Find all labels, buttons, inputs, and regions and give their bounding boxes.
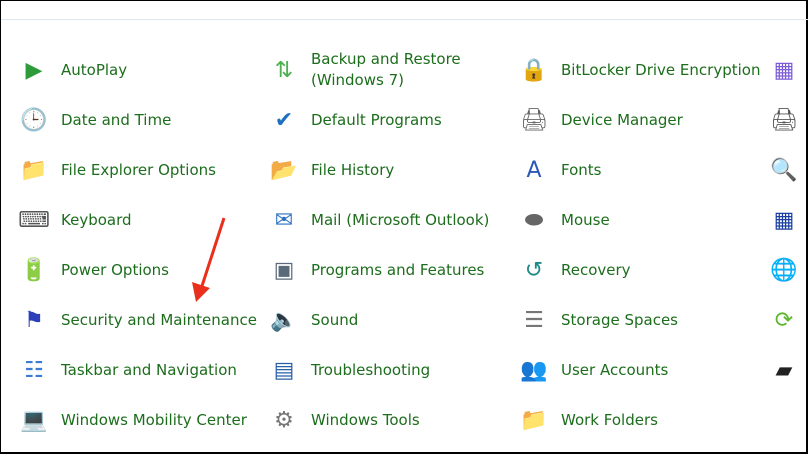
annotation-arrow (192, 217, 226, 302)
arrow-head (192, 282, 210, 302)
arrow-shaft (200, 217, 226, 287)
